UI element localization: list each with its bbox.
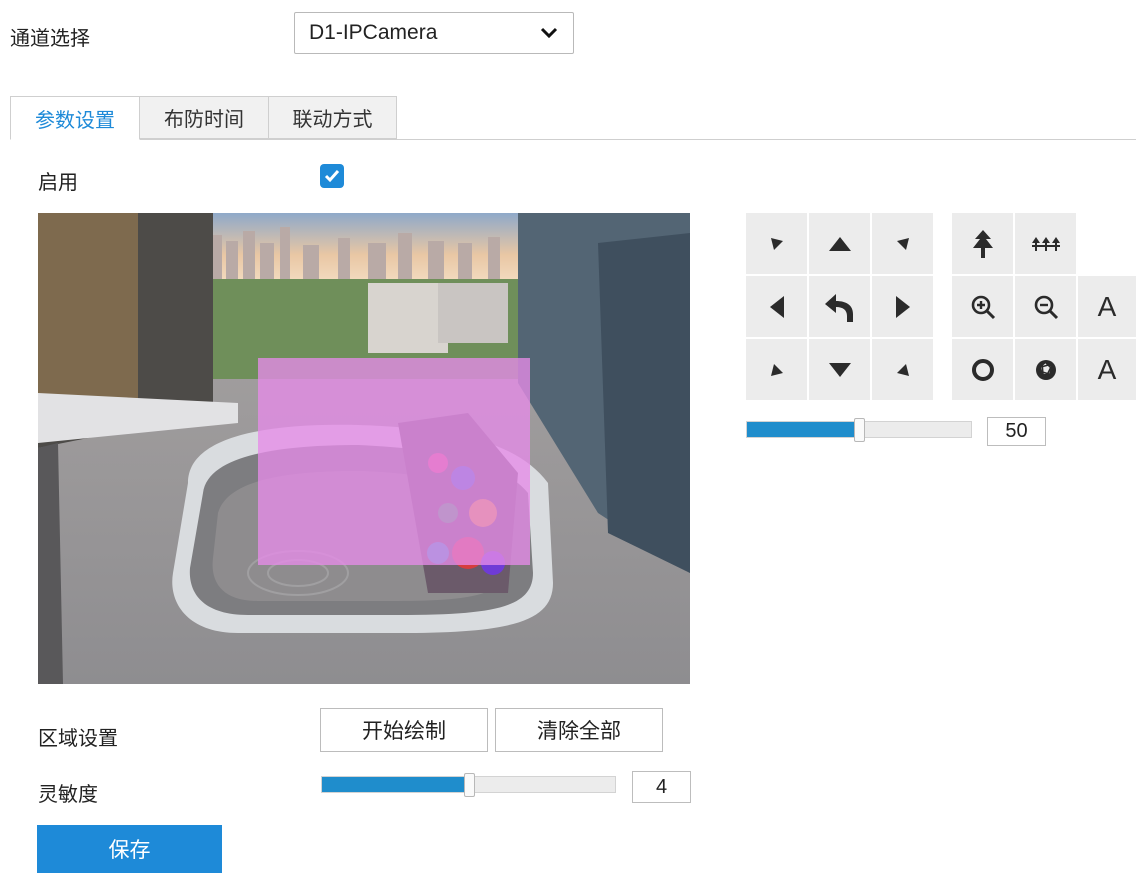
aperture-close-icon (1035, 359, 1056, 380)
arrow-down-icon (828, 362, 851, 377)
arrow-left-icon (769, 295, 784, 318)
ptz-down-right-button[interactable] (872, 339, 933, 400)
sensitivity-label: 灵敏度 (38, 782, 98, 806)
tree-icon (972, 229, 993, 258)
enable-label: 启用 (38, 170, 78, 194)
ptz-iris-close-button[interactable] (1015, 339, 1076, 400)
ptz-up-button[interactable] (809, 213, 870, 274)
zoom-in-icon (971, 295, 995, 319)
motion-detection-region[interactable] (258, 358, 530, 565)
sensitivity-slider-fill (322, 777, 469, 792)
ptz-speed-slider-handle[interactable] (854, 418, 865, 442)
ptz-zoom-in-button[interactable] (952, 276, 1013, 337)
ptz-speed-value[interactable]: 50 (987, 417, 1046, 446)
arrow-right-icon (895, 295, 910, 318)
channel-label: 通道选择 (10, 26, 90, 50)
save-button[interactable]: 保存 (37, 825, 222, 873)
ptz-right-button[interactable] (872, 276, 933, 337)
ptz-focus-far-button[interactable] (1015, 213, 1076, 274)
ptz-left-button[interactable] (746, 276, 807, 337)
ptz-a-button-1[interactable]: A (1078, 276, 1136, 337)
chevron-down-icon (540, 27, 558, 39)
forest-icon (1031, 236, 1060, 251)
zoom-out-icon (1034, 295, 1058, 319)
ptz-down-button[interactable] (809, 339, 870, 400)
arrow-up-right-icon (896, 237, 909, 250)
channel-select[interactable]: D1-IPCamera (294, 12, 574, 54)
ptz-speed-slider-fill (747, 422, 859, 437)
undo-icon (824, 293, 853, 322)
tab-bar-underline (10, 139, 1136, 140)
ptz-up-right-button[interactable] (872, 213, 933, 274)
ptz-zoom-out-button[interactable] (1015, 276, 1076, 337)
aperture-open-icon (971, 358, 994, 381)
ptz-home-button[interactable] (809, 276, 870, 337)
tab-arming-schedule[interactable]: 布防时间 (139, 96, 269, 139)
ptz-a-button-2[interactable]: A (1078, 339, 1136, 400)
tab-linkage-method[interactable]: 联动方式 (268, 96, 397, 139)
enable-checkbox[interactable] (320, 164, 344, 188)
checkmark-icon (324, 170, 340, 183)
ptz-focus-near-button[interactable] (952, 213, 1013, 274)
arrow-up-icon (828, 236, 851, 251)
sensitivity-value[interactable]: 4 (632, 771, 691, 803)
ptz-speed-slider[interactable] (746, 418, 972, 442)
arrow-down-right-icon (896, 363, 909, 376)
ptz-down-left-button[interactable] (746, 339, 807, 400)
ptz-iris-open-button[interactable] (952, 339, 1013, 400)
video-preview[interactable] (38, 213, 690, 684)
sensitivity-slider-handle[interactable] (463, 773, 475, 797)
clear-all-button[interactable]: 清除全部 (495, 708, 663, 752)
ptz-up-left-button[interactable] (746, 213, 807, 274)
channel-selected-value: D1-IPCamera (309, 21, 438, 44)
tab-parameter-settings[interactable]: 参数设置 (10, 96, 140, 140)
arrow-down-left-icon (770, 363, 783, 376)
ptz-control-panel: A A (746, 213, 1136, 403)
start-drawing-button[interactable]: 开始绘制 (320, 708, 488, 752)
camera-scene-image (38, 213, 690, 684)
sensitivity-slider[interactable] (321, 773, 616, 797)
region-settings-label: 区域设置 (38, 726, 118, 750)
arrow-up-left-icon (770, 237, 783, 250)
